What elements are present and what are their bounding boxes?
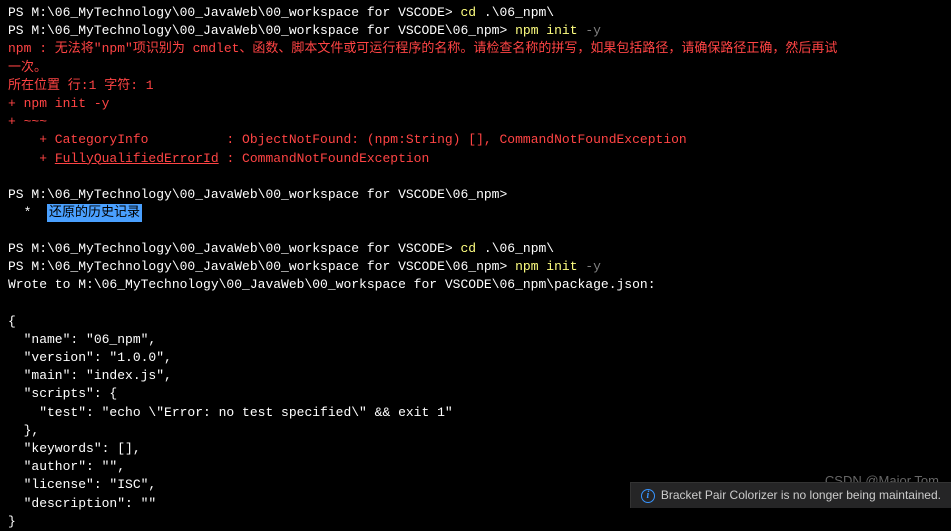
json-line: }, xyxy=(8,422,943,440)
error-line: npm : 无法将"npm"项识别为 cmdlet、函数、脚本文件或可运行程序的… xyxy=(8,40,943,58)
json-line: "author": "", xyxy=(8,458,943,476)
error-line: + npm init -y xyxy=(8,95,943,113)
notification-text: Bracket Pair Colorizer is no longer bein… xyxy=(661,487,941,504)
error-line: 一次。 xyxy=(8,59,943,77)
error-category: + CategoryInfo : ObjectNotFound: (npm:St… xyxy=(8,131,943,149)
error-qualified-id: + FullyQualifiedErrorId : CommandNotFoun… xyxy=(8,150,943,168)
blank-line xyxy=(8,168,943,186)
error-line: + ~~~ xyxy=(8,113,943,131)
json-line: "scripts": { xyxy=(8,385,943,403)
json-line: } xyxy=(8,513,943,531)
history-highlight: 还原的历史记录 xyxy=(47,204,142,222)
json-line: "name": "06_npm", xyxy=(8,331,943,349)
output-line: Wrote to M:\06_MyTechnology\00_JavaWeb\0… xyxy=(8,276,943,294)
terminal-line: PS M:\06_MyTechnology\00_JavaWeb\00_work… xyxy=(8,240,943,258)
blank-line xyxy=(8,295,943,313)
blank-line xyxy=(8,222,943,240)
json-line: "test": "echo \"Error: no test specified… xyxy=(8,404,943,422)
prompt-line: PS M:\06_MyTechnology\00_JavaWeb\00_work… xyxy=(8,186,943,204)
json-line: "main": "index.js", xyxy=(8,367,943,385)
json-line: { xyxy=(8,313,943,331)
notification-toast[interactable]: i Bracket Pair Colorizer is no longer be… xyxy=(630,482,951,508)
terminal-line: PS M:\06_MyTechnology\00_JavaWeb\00_work… xyxy=(8,258,943,276)
error-line: 所在位置 行:1 字符: 1 xyxy=(8,77,943,95)
json-line: "keywords": [], xyxy=(8,440,943,458)
info-icon: i xyxy=(641,489,655,503)
terminal-line: PS M:\06_MyTechnology\00_JavaWeb\00_work… xyxy=(8,22,943,40)
json-line: "version": "1.0.0", xyxy=(8,349,943,367)
history-restore-line: * 还原的历史记录 xyxy=(8,204,943,222)
terminal-line: PS M:\06_MyTechnology\00_JavaWeb\00_work… xyxy=(8,4,943,22)
